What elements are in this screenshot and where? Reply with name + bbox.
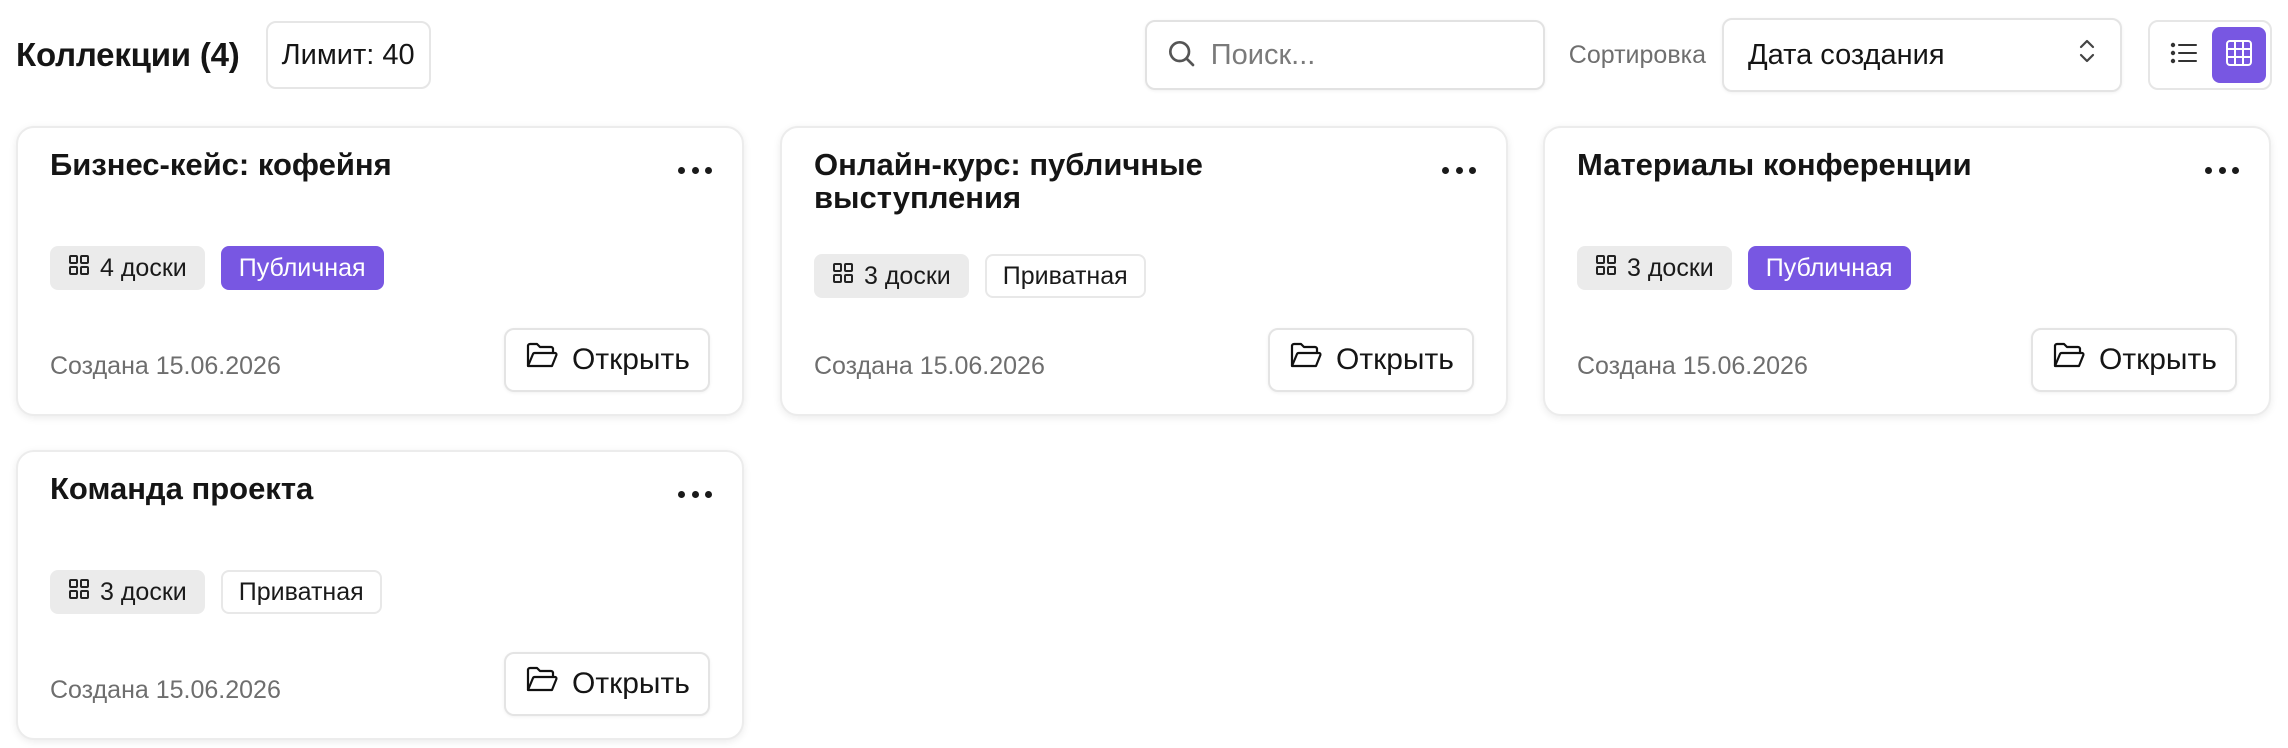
created-date: Создана 15.06.2026 xyxy=(50,676,281,704)
collection-title-line: Онлайн-курс: публичные xyxy=(814,147,1203,182)
visibility-badge: Приватная xyxy=(220,570,382,614)
sort-value: Дата создания xyxy=(1748,38,1945,71)
collection-title-line: Материалы конференции xyxy=(1577,147,1972,182)
open-label: Открыть xyxy=(572,667,690,700)
folder-open-icon xyxy=(2053,342,2099,378)
boards-count-badge: 3 доски xyxy=(50,570,205,614)
open-label: Открыть xyxy=(1336,343,1454,376)
card-badges: 3 доски Приватная xyxy=(50,570,382,614)
card-menu-button[interactable] xyxy=(2205,158,2239,182)
open-button[interactable]: Открыть xyxy=(2031,328,2237,392)
more-horizontal-icon xyxy=(1442,166,1449,174)
more-horizontal-icon-dot xyxy=(1469,166,1476,174)
open-button[interactable]: Открыть xyxy=(504,652,710,716)
list-view-button[interactable] xyxy=(2164,27,2204,83)
more-horizontal-icon-dot xyxy=(1455,166,1463,174)
created-date: Создана 15.06.2026 xyxy=(50,352,281,380)
grid-icon xyxy=(2224,38,2254,73)
collection-card[interactable]: Бизнес-кейс: кофейня 4 доски Публичная С… xyxy=(16,126,744,416)
more-horizontal-icon-dot xyxy=(691,490,699,498)
collections-header: Коллекции (4) Лимит: 40 Сортировка Дата … xyxy=(16,18,2272,92)
more-horizontal-icon xyxy=(678,166,685,174)
boards-count-badge: 3 доски xyxy=(1577,246,1732,290)
grid-view-button[interactable] xyxy=(2212,27,2266,83)
collection-title: Онлайн-курс: публичные выступления xyxy=(814,148,1374,214)
more-horizontal-icon xyxy=(2205,166,2212,174)
created-date: Создана 15.06.2026 xyxy=(814,352,1045,380)
collection-title-line: Бизнес-кейс: кофейня xyxy=(50,147,392,182)
card-menu-button[interactable] xyxy=(1442,158,1476,182)
collection-title-line: Команда проекта xyxy=(50,471,314,506)
open-button[interactable]: Открыть xyxy=(504,328,710,392)
grid-small-icon xyxy=(68,578,100,607)
limit-badge: Лимит: 40 xyxy=(265,21,431,89)
list-icon xyxy=(2170,41,2198,70)
more-horizontal-icon-dot xyxy=(691,166,699,174)
open-label: Открыть xyxy=(2099,343,2217,376)
open-button[interactable]: Открыть xyxy=(1268,328,1474,392)
card-badges: 4 доски Публичная xyxy=(50,246,384,290)
grid-small-icon xyxy=(68,254,100,283)
visibility-badge: Приватная xyxy=(984,254,1146,298)
collection-card[interactable]: Команда проекта 3 доски Приватная Создан… xyxy=(16,450,744,740)
created-date: Создана 15.06.2026 xyxy=(1577,352,1808,380)
folder-open-icon xyxy=(526,666,572,702)
page-title: Коллекции (4) xyxy=(16,36,240,73)
sort-select[interactable]: Дата создания xyxy=(1722,18,2122,92)
collection-title: Бизнес-кейс: кофейня xyxy=(50,148,610,181)
chevron-updown-icon xyxy=(2076,36,2098,74)
boards-count: 4 доски xyxy=(100,253,187,282)
open-label: Открыть xyxy=(572,343,690,376)
card-badges: 3 доски Приватная xyxy=(814,254,1146,298)
boards-count: 3 доски xyxy=(864,261,951,290)
folder-open-icon xyxy=(526,342,572,378)
boards-count-badge: 4 доски xyxy=(50,246,205,290)
folder-open-icon xyxy=(1290,342,1336,378)
sort-label: Сортировка xyxy=(1568,40,1706,69)
grid-small-icon xyxy=(1595,254,1627,283)
boards-count-badge: 3 доски xyxy=(814,254,969,298)
card-menu-button[interactable] xyxy=(678,482,712,506)
collection-title: Материалы конференции xyxy=(1577,148,2137,181)
card-menu-button[interactable] xyxy=(678,158,712,182)
search-box[interactable] xyxy=(1144,20,1545,90)
more-horizontal-icon-dot xyxy=(705,490,712,498)
more-horizontal-icon-dot xyxy=(2232,166,2239,174)
collection-card[interactable]: Онлайн-курс: публичные выступления 3 дос… xyxy=(780,126,1508,416)
more-horizontal-icon-dot xyxy=(705,166,712,174)
visibility-badge: Публичная xyxy=(1747,246,1911,290)
more-horizontal-icon-dot xyxy=(2218,166,2226,174)
grid-small-icon xyxy=(832,262,864,291)
card-badges: 3 доски Публичная xyxy=(1577,246,1911,290)
search-icon xyxy=(1165,37,1197,74)
view-toggle xyxy=(2148,20,2272,90)
visibility-badge: Публичная xyxy=(220,246,384,290)
collection-title: Команда проекта xyxy=(50,472,610,505)
search-input[interactable] xyxy=(1210,38,1531,72)
collection-title-line: выступления xyxy=(814,180,1022,215)
more-horizontal-icon xyxy=(678,490,685,498)
boards-count: 3 доски xyxy=(1627,253,1714,282)
boards-count: 3 доски xyxy=(100,577,187,606)
collection-card[interactable]: Материалы конференции 3 доски Публичная … xyxy=(1543,126,2271,416)
